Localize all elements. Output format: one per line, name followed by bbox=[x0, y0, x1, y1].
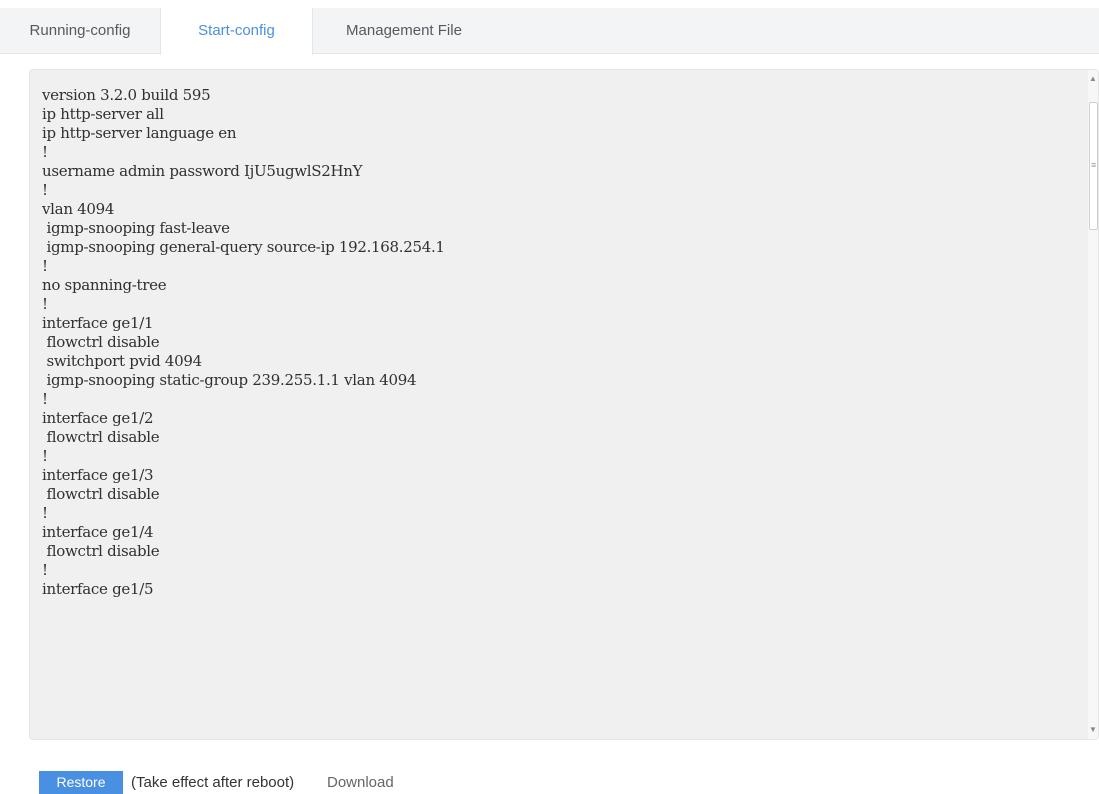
scrollbar[interactable]: ▲ ≡ ▼ bbox=[1088, 70, 1098, 739]
config-line: ! bbox=[42, 390, 48, 408]
config-line: interface ge1/2 bbox=[42, 409, 154, 427]
config-line: ip http-server language en bbox=[42, 124, 237, 142]
config-content: version 3.2.0 build 595 ip http-server al… bbox=[42, 86, 1078, 739]
tab-bar: Running-config Start-config Management F… bbox=[0, 8, 1099, 55]
config-line: interface ge1/5 bbox=[42, 580, 154, 598]
tab-running-config[interactable]: Running-config bbox=[0, 8, 160, 54]
config-line: ip http-server all bbox=[42, 105, 164, 123]
config-line: ! bbox=[42, 295, 48, 313]
config-line: ! bbox=[42, 504, 48, 522]
tab-management-file[interactable]: Management File bbox=[313, 8, 495, 54]
tab-start-config[interactable]: Start-config bbox=[160, 8, 313, 55]
download-link[interactable]: Download bbox=[327, 771, 394, 794]
config-line: version 3.2.0 build 595 bbox=[42, 86, 211, 104]
config-line: flowctrl disable bbox=[42, 485, 160, 503]
config-textarea[interactable]: version 3.2.0 build 595 ip http-server al… bbox=[29, 69, 1099, 740]
config-line: igmp-snooping static-group 239.255.1.1 v… bbox=[42, 371, 417, 389]
config-line: no spanning-tree bbox=[42, 276, 167, 294]
restore-hint: (Take effect after reboot) bbox=[131, 774, 295, 791]
restore-button[interactable]: Restore bbox=[39, 771, 123, 794]
scroll-up-icon[interactable]: ▲ bbox=[1088, 72, 1098, 86]
scroll-thumb[interactable]: ≡ bbox=[1089, 102, 1098, 230]
grip-icon: ≡ bbox=[1091, 160, 1097, 170]
config-line: flowctrl disable bbox=[42, 428, 160, 446]
config-line: ! bbox=[42, 257, 48, 275]
config-line: ! bbox=[42, 143, 48, 161]
config-line: switchport pvid 4094 bbox=[42, 352, 202, 370]
config-line: username admin password IjU5ugwlS2HnY bbox=[42, 162, 363, 180]
config-line: interface ge1/3 bbox=[42, 466, 154, 484]
config-line: flowctrl disable bbox=[42, 333, 160, 351]
config-line: flowctrl disable bbox=[42, 542, 160, 560]
config-line: interface ge1/4 bbox=[42, 523, 154, 541]
scroll-down-icon[interactable]: ▼ bbox=[1088, 723, 1098, 737]
config-line: ! bbox=[42, 561, 48, 579]
config-line: ! bbox=[42, 447, 48, 465]
config-line: igmp-snooping general-query source-ip 19… bbox=[42, 238, 445, 256]
config-line: interface ge1/1 bbox=[42, 314, 154, 332]
config-line: igmp-snooping fast-leave bbox=[42, 219, 230, 237]
config-line: ! bbox=[42, 181, 48, 199]
config-line: vlan 4094 bbox=[42, 200, 115, 218]
